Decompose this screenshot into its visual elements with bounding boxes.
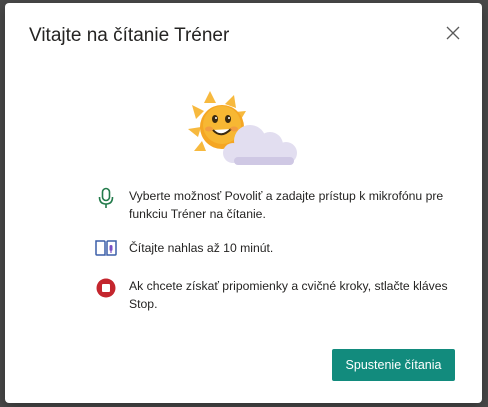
instruction-text: Ak chcete získať pripomienky a cvičné kr…	[129, 279, 448, 311]
microphone-icon	[95, 187, 117, 209]
start-reading-button[interactable]: Spustenie čítania	[332, 349, 455, 381]
instruction-item-microphone: Vyberte možnosť Povoliť a zadajte prístu…	[95, 187, 455, 223]
instruction-text: Vyberte možnosť Povoliť a zadajte prístu…	[129, 189, 444, 221]
instruction-item-stop: Ak chcete získať pripomienky a cvičné kr…	[95, 277, 455, 313]
close-icon	[446, 26, 460, 40]
reading-book-icon	[95, 237, 117, 259]
dialog-title: Vitajte na čítanie Tréner	[29, 25, 230, 46]
stop-icon	[95, 277, 117, 299]
reading-coach-welcome-dialog: Vitajte na čítanie Tréner Vyberte možnos…	[5, 3, 482, 403]
close-button[interactable]	[443, 23, 463, 43]
instruction-text: Čítajte nahlas až 10 minút.	[129, 241, 274, 255]
sun-with-cloud-illustration	[188, 91, 297, 165]
instruction-item-reading: Čítajte nahlas až 10 minút.	[95, 237, 455, 259]
